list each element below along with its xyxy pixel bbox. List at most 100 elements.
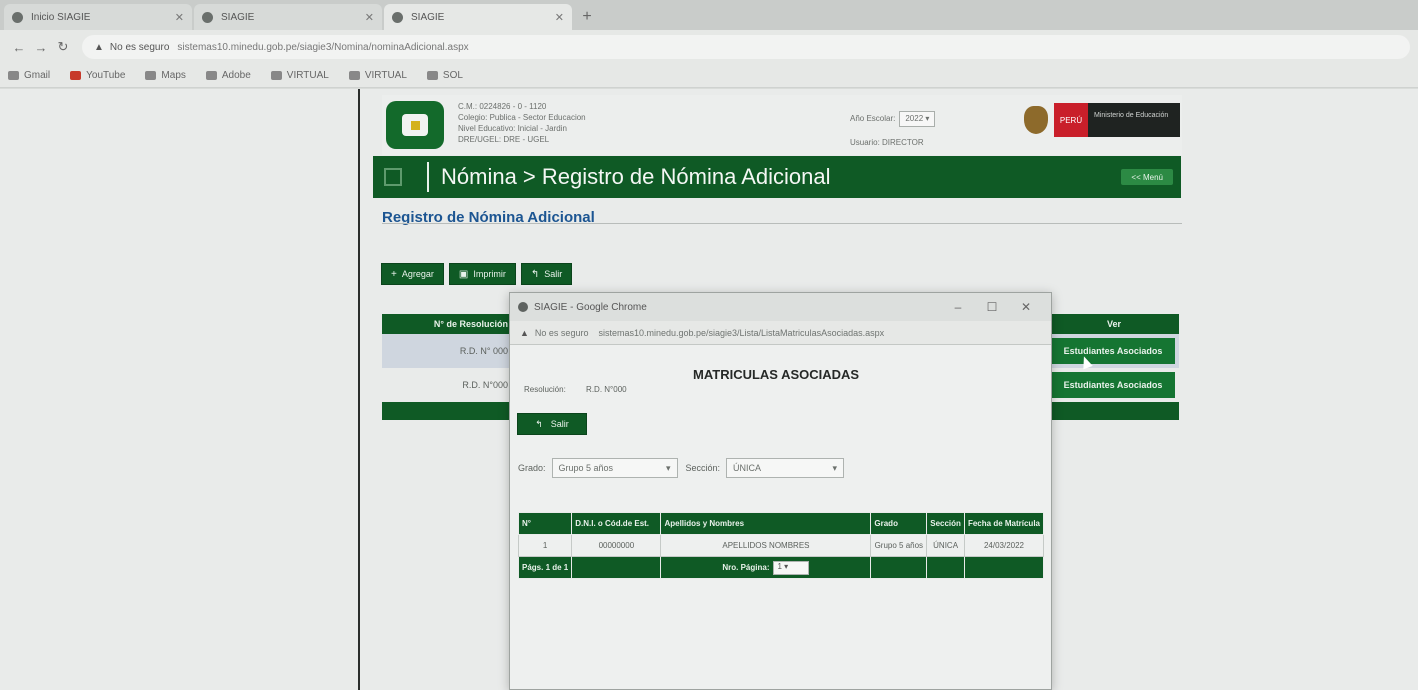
page-title-bar: Nómina > Registro de Nómina Adicional <<… xyxy=(373,156,1181,198)
section-select[interactable]: ÚNICA ▾ xyxy=(726,458,845,478)
popup-body: MATRICULAS ASOCIADAS Resolución: R.D. N°… xyxy=(510,345,1051,689)
bookmark-item[interactable]: Maps xyxy=(145,70,186,81)
column-header: Grado xyxy=(870,512,928,535)
tab-label: Inicio SIAGIE xyxy=(31,11,91,23)
add-button[interactable]: + Agregar xyxy=(381,263,444,285)
tab-label: SIAGIE xyxy=(411,11,445,23)
bookmarks-bar: Gmail YouTube Maps Adobe VIRTUAL VIRTUAL… xyxy=(0,64,1418,88)
bookmark-item[interactable]: VIRTUAL xyxy=(270,70,329,81)
resolution-cell: R.D. N° 000 xyxy=(459,346,508,356)
bookmark-item[interactable]: Adobe xyxy=(205,70,251,81)
url-input[interactable]: ▲ No es seguro sistemas10.minedu.gob.pe/… xyxy=(82,35,1410,59)
print-button[interactable]: ▣ Imprimir xyxy=(448,263,516,285)
close-icon[interactable]: ✕ xyxy=(175,11,184,24)
cell-section: ÚNICA xyxy=(926,534,965,557)
resolution-cell: R.D. N°000 xyxy=(462,380,508,390)
reload-icon[interactable]: ↻ xyxy=(52,36,74,58)
browser-tab-1[interactable]: Inicio SIAGIE ✕ xyxy=(4,4,192,30)
header-right: Año Escolar: 2022 ▾ Usuario: DIRECTOR xyxy=(850,107,936,155)
close-icon[interactable]: ✕ xyxy=(555,11,564,24)
bookmark-label: SOL xyxy=(442,70,463,81)
chevron-down-icon: ▾ xyxy=(832,462,838,473)
maps-icon xyxy=(145,71,157,80)
cell-id: 00000000 xyxy=(571,534,662,557)
year-label: Año Escolar: xyxy=(850,114,896,123)
user-label: Usuario: DIRECTOR xyxy=(850,138,924,147)
chevron-down-icon: ▾ xyxy=(665,462,671,473)
cell-number: 1 xyxy=(517,534,573,557)
bookmark-item[interactable]: YouTube xyxy=(70,70,125,81)
popup-url-bar[interactable]: ▲ No es seguro sistemas10.minedu.gob.pe/… xyxy=(510,321,1051,345)
table-header: N° D.N.I. o Cód.de Est. Apellidos y Nomb… xyxy=(517,512,1045,535)
close-icon[interactable]: ✕ xyxy=(365,11,374,24)
security-label: No es seguro xyxy=(109,41,170,53)
table-row: 1 00000000 APELLIDOS NOMBRES Grupo 5 año… xyxy=(517,534,1045,557)
column-header: D.N.I. o Cód.de Est. xyxy=(571,512,662,535)
column-header: Fecha de Matrícula xyxy=(963,512,1045,535)
page-label: Nro. Página: xyxy=(722,562,770,572)
associated-students-button[interactable]: Estudiantes Asociados xyxy=(1051,338,1175,364)
page-count: Págs. 1 de 1 xyxy=(517,556,573,579)
favicon-icon xyxy=(12,11,23,23)
forward-icon[interactable]: → xyxy=(30,36,52,58)
page-title: Nómina > Registro de Nómina Adicional xyxy=(441,164,831,189)
bookmark-icon xyxy=(426,71,438,80)
resolution-label: Resolución: xyxy=(524,385,566,394)
bookmark-label: VIRTUAL xyxy=(286,70,329,81)
exit-icon: ↰ xyxy=(530,268,540,280)
column-header: N° de Resolución xyxy=(433,319,508,329)
exit-button[interactable]: ↰ Salir xyxy=(520,263,573,285)
bookmark-label: Gmail xyxy=(24,70,51,81)
security-label: No es seguro xyxy=(534,327,589,338)
browser-tab-2[interactable]: SIAGIE ✕ xyxy=(194,4,382,30)
popup-heading: MATRICULAS ASOCIADAS xyxy=(693,367,860,382)
page-select[interactable]: 1 ▾ xyxy=(773,560,810,575)
maximize-button[interactable]: ☐ xyxy=(975,300,1009,314)
divider xyxy=(358,89,360,690)
menu-button[interactable]: << Menú xyxy=(1121,169,1173,185)
new-tab-button[interactable]: + xyxy=(574,4,600,30)
associated-students-button[interactable]: Estudiantes Asociados xyxy=(1051,372,1175,398)
close-button[interactable]: ✕ xyxy=(1009,300,1043,314)
resolution-info: Resolución: R.D. N°000 xyxy=(524,385,627,394)
popup-window: SIAGIE - Google Chrome – ☐ ✕ ▲ No es seg… xyxy=(509,292,1052,690)
pager: Nro. Página: 1 ▾ xyxy=(660,556,872,579)
grade-select[interactable]: Grupo 5 años ▾ xyxy=(551,458,678,478)
back-icon[interactable]: ← xyxy=(8,36,30,58)
bookmark-item[interactable]: VIRTUAL xyxy=(348,70,407,81)
column-header: N° xyxy=(517,512,573,535)
ministry-name: Ministerio de Educación xyxy=(1088,103,1180,137)
school-info: C.M.: 0224826 - 0 - 1120 Colegio: Public… xyxy=(458,101,586,145)
url-text: sistemas10.minedu.gob.pe/siagie3/Lista/L… xyxy=(598,327,885,338)
warning-icon: ▲ xyxy=(520,327,529,338)
filters: Grado: Grupo 5 años ▾ Sección: ÚNICA ▾ xyxy=(518,458,852,478)
popup-title: SIAGIE - Google Chrome xyxy=(534,301,647,313)
info-line: Nivel Educativo: Inicial - Jardin xyxy=(458,124,567,133)
bookmark-icon xyxy=(8,71,19,80)
bookmark-item[interactable]: Gmail xyxy=(8,70,50,81)
favicon-icon xyxy=(202,11,213,23)
column-header: Sección xyxy=(926,512,965,535)
action-toolbar: + Agregar ▣ Imprimir ↰ Salir xyxy=(381,263,577,285)
url-text: sistemas10.minedu.gob.pe/siagie3/Nomina/… xyxy=(177,41,469,53)
print-icon: ▣ xyxy=(458,268,469,280)
grade-label: Grado: xyxy=(518,463,546,473)
browser-tab-bar: Inicio SIAGIE ✕ SIAGIE ✕ SIAGIE ✕ + xyxy=(0,0,1418,30)
minimize-button[interactable]: – xyxy=(941,300,975,314)
menu-grid-icon[interactable] xyxy=(373,156,413,198)
bookmark-label: VIRTUAL xyxy=(364,70,407,81)
globe-icon xyxy=(348,71,360,80)
warning-icon: ▲ xyxy=(94,41,104,53)
popup-exit-button[interactable]: ↰ Salir xyxy=(517,413,587,435)
favicon-icon xyxy=(392,11,403,23)
globe-icon xyxy=(270,71,282,80)
plus-icon: + xyxy=(391,268,397,280)
bookmark-item[interactable]: SOL xyxy=(426,70,463,81)
column-header: Apellidos y Nombres xyxy=(660,512,872,535)
browser-tab-3[interactable]: SIAGIE ✕ xyxy=(384,4,572,30)
year-select[interactable]: 2022 ▾ xyxy=(899,111,936,127)
shield-icon xyxy=(1024,106,1048,134)
tab-label: SIAGIE xyxy=(221,11,255,23)
cell-date: 24/03/2022 xyxy=(963,534,1045,557)
bookmark-label: YouTube xyxy=(86,70,126,81)
